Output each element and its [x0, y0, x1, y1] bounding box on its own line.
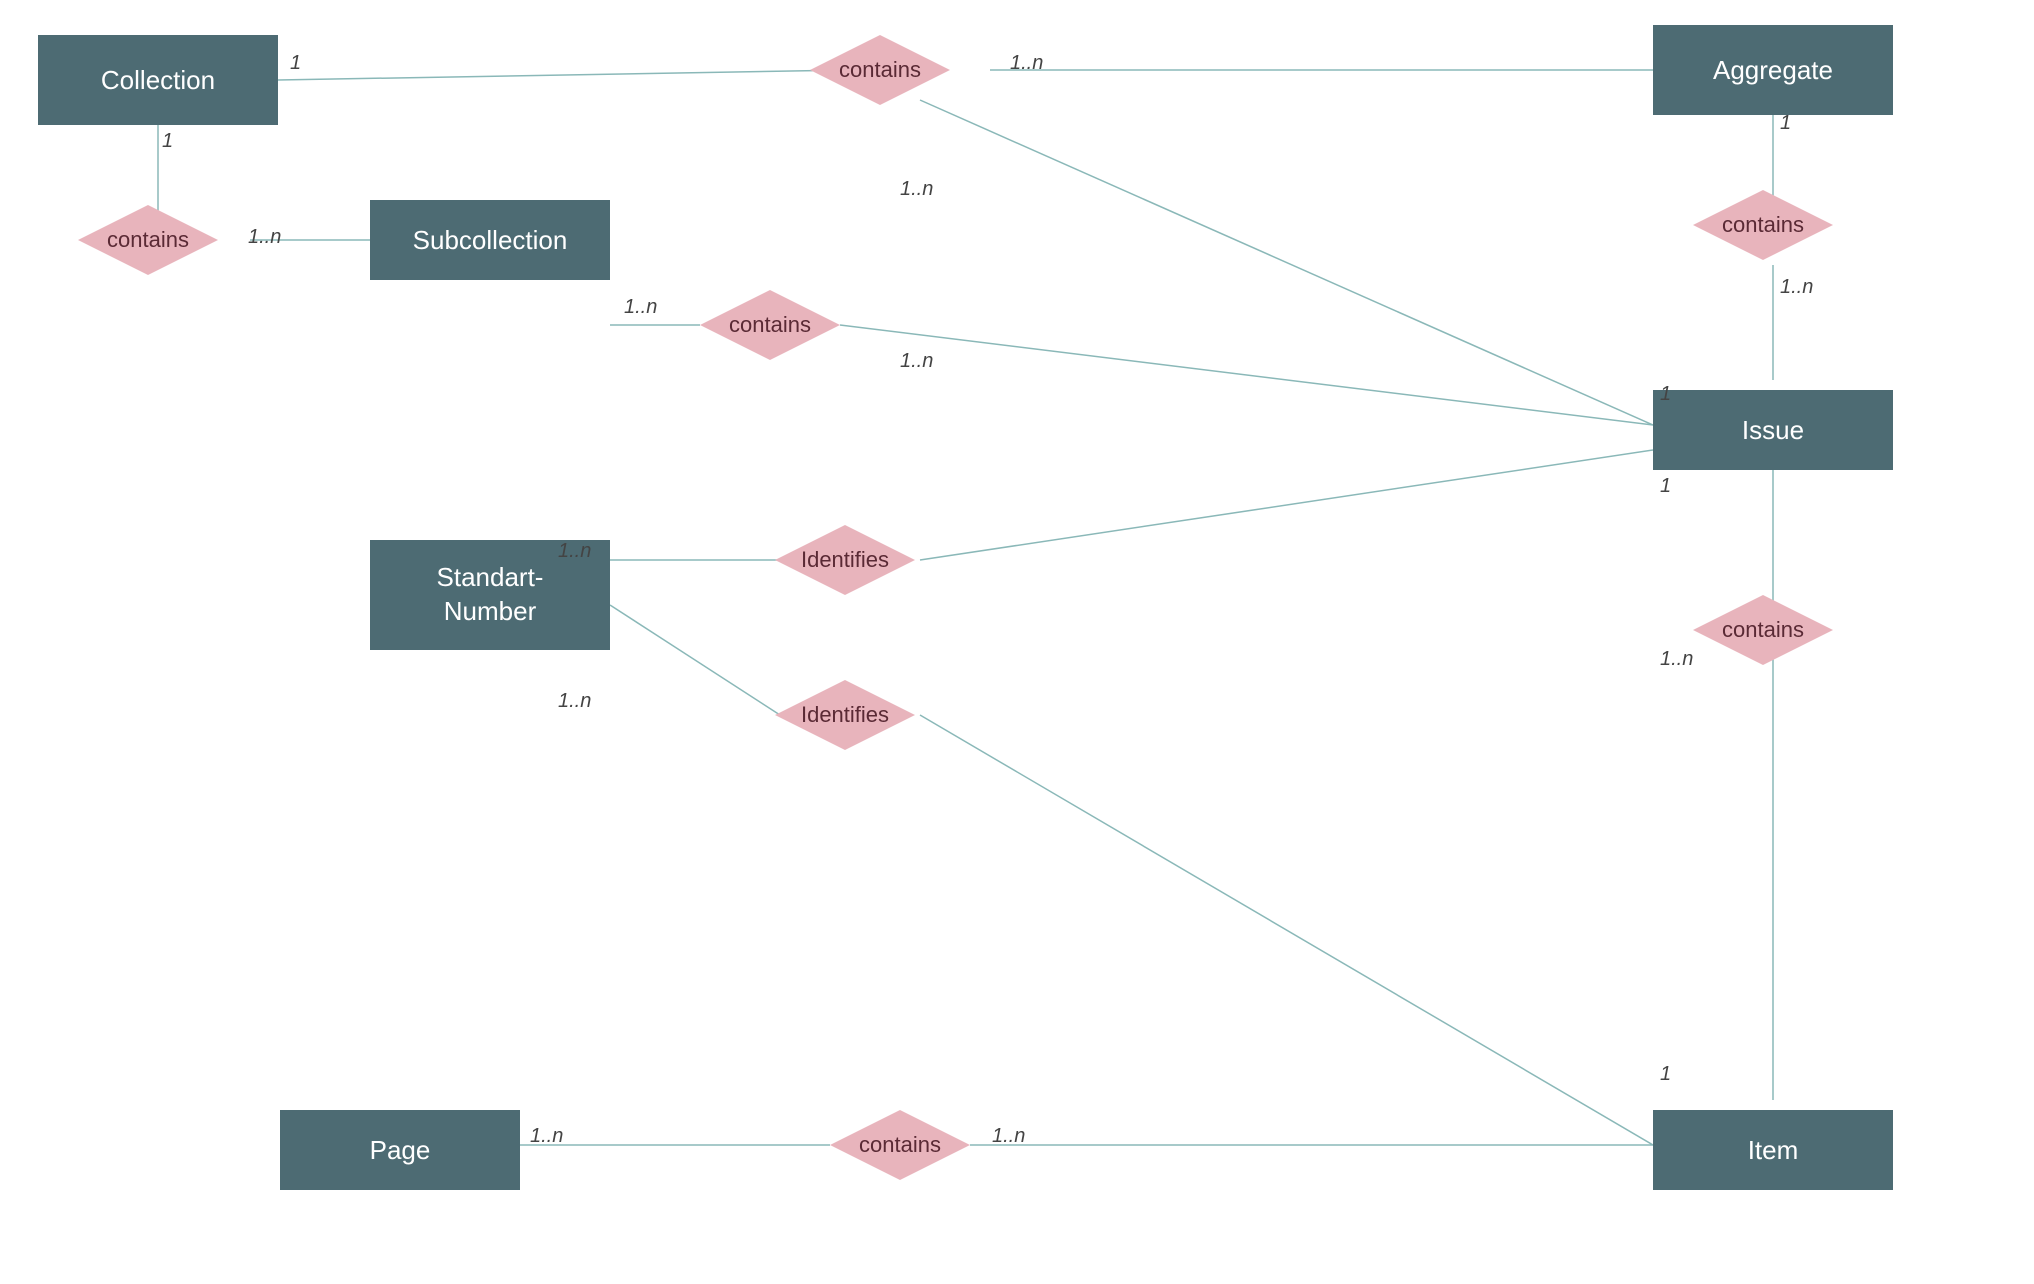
- card-collection-contains-top: 1: [290, 52, 301, 75]
- entity-issue[interactable]: Issue: [1653, 390, 1893, 470]
- card-issue-up: 1: [1660, 383, 1671, 406]
- entity-subcollection[interactable]: Subcollection: [370, 200, 610, 280]
- card-std-identifies2: 1..n: [558, 690, 591, 713]
- diamond-contains-left[interactable]: contains: [68, 200, 228, 280]
- card-contains-top-aggregate: 1..n: [1010, 52, 1043, 75]
- entity-aggregate[interactable]: Aggregate: [1653, 25, 1893, 115]
- diamond-contains-agg[interactable]: contains: [1683, 185, 1843, 265]
- card-std-identifies1: 1..n: [558, 540, 591, 563]
- card-issue-contains-down: 1..n: [1660, 648, 1693, 671]
- diamond-contains-sub[interactable]: contains: [690, 285, 850, 365]
- card-contains-left-sub: 1..n: [248, 226, 281, 249]
- entity-page[interactable]: Page: [280, 1110, 520, 1190]
- card-contains-sub-issue: 1..n: [900, 350, 933, 373]
- card-collection-down: 1: [162, 130, 173, 153]
- entity-collection[interactable]: Collection: [38, 35, 278, 125]
- card-issue-contains-top: 1: [1660, 475, 1671, 498]
- card-contains-top-issue: 1..n: [900, 178, 933, 201]
- diamond-contains-page[interactable]: contains: [820, 1105, 980, 1185]
- card-page-contains: 1..n: [530, 1125, 563, 1148]
- diamond-contains-top[interactable]: contains: [800, 30, 960, 110]
- card-item-up: 1: [1660, 1063, 1671, 1086]
- card-sub-contains: 1..n: [624, 296, 657, 319]
- card-agg-down: 1: [1780, 112, 1791, 135]
- diagram-container: Collection Aggregate Subcollection Issue…: [0, 0, 2034, 1284]
- diamond-identifies-bot[interactable]: Identifies: [760, 675, 930, 755]
- diamond-contains-issue[interactable]: contains: [1683, 590, 1843, 670]
- entity-item[interactable]: Item: [1653, 1110, 1893, 1190]
- diamond-identifies-top[interactable]: Identifies: [760, 520, 930, 600]
- card-agg-contains-down: 1..n: [1780, 276, 1813, 299]
- card-contains-page-item: 1..n: [992, 1125, 1025, 1148]
